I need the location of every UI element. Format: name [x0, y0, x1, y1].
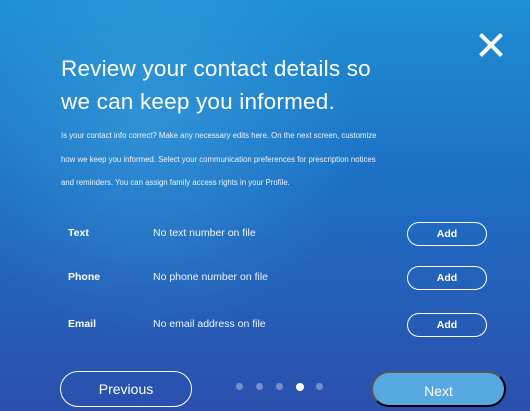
title-line-2: we can keep you informed. — [61, 89, 335, 114]
step-dot[interactable] — [256, 383, 263, 390]
step-dot[interactable] — [236, 383, 243, 390]
contact-value: No phone number on file — [153, 271, 268, 283]
contact-details-modal: Review your contact details so we can ke… — [0, 0, 530, 411]
step-dot[interactable] — [316, 383, 323, 390]
previous-button[interactable]: Previous — [60, 371, 192, 407]
modal-title: Review your contact details so we can ke… — [61, 52, 461, 118]
description-line-2: how we keep you informed. Select your co… — [61, 154, 376, 164]
add-email-button[interactable]: Add — [407, 313, 487, 337]
description-line-1: Is your contact info correct? Make any n… — [61, 131, 377, 140]
contact-label: Phone — [68, 271, 101, 283]
contact-value: No text number on file — [153, 227, 256, 239]
step-dot[interactable] — [276, 383, 283, 390]
contact-row-phone: Phone No phone number on file Add — [61, 266, 491, 290]
close-icon[interactable] — [476, 30, 506, 60]
modal-description: Is your contact info correct? Make any n… — [61, 124, 501, 195]
title-line-1: Review your contact details so — [61, 56, 371, 81]
step-dot[interactable] — [296, 382, 304, 391]
contact-row-email: Email No email address on file Add — [61, 313, 491, 337]
contact-value: No email address on file — [153, 318, 266, 330]
contact-label: Text — [68, 227, 89, 239]
contact-label: Email — [68, 318, 97, 330]
contact-row-text: Text No text number on file Add — [61, 222, 491, 246]
add-text-button[interactable]: Add — [407, 222, 487, 246]
next-button[interactable]: Next — [371, 371, 506, 407]
add-phone-button[interactable]: Add — [407, 266, 487, 290]
description-line-3: and reminders. You can assign family acc… — [61, 178, 290, 187]
